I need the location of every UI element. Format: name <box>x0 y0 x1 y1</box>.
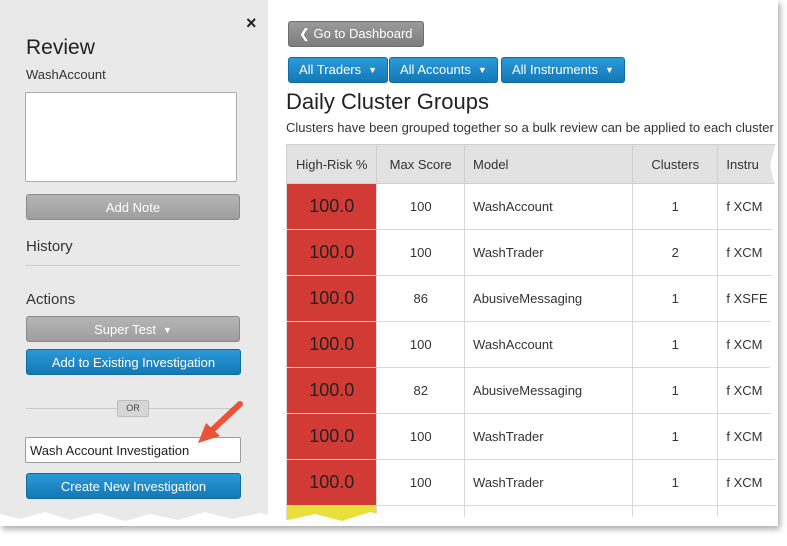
model-cell: WashTrader <box>464 413 634 460</box>
risk-cell: 100.0 <box>285 321 378 368</box>
column-header-clusters[interactable]: Clusters <box>632 144 719 184</box>
add-to-existing-investigation-button[interactable]: Add to Existing Investigation <box>26 349 241 375</box>
history-heading: History <box>26 238 73 255</box>
create-new-investigation-button[interactable]: Create New Investigation <box>26 473 241 499</box>
clusters-cell: 1 <box>632 413 719 460</box>
caret-down-icon: ▼ <box>477 65 487 75</box>
note-textarea[interactable] <box>25 92 237 182</box>
accounts-filter-label: All Accounts <box>400 62 471 77</box>
max-score-cell: 100 <box>376 183 466 230</box>
column-header-max-score[interactable]: Max Score <box>376 144 466 184</box>
instrument-cell: f XCM <box>717 367 778 414</box>
close-icon[interactable]: × <box>246 14 257 32</box>
risk-cell <box>285 505 378 526</box>
max-score-cell: 100 <box>376 459 466 506</box>
review-model-name: WashAccount <box>26 67 106 82</box>
risk-cell: 100.0 <box>285 459 378 506</box>
instruments-filter-dropdown[interactable]: All Instruments ▼ <box>501 57 625 83</box>
column-header-instrument[interactable]: Instru <box>717 144 778 184</box>
history-divider <box>26 265 240 266</box>
model-cell: WashTrader <box>464 459 634 506</box>
table-header-row: High-Risk % Max Score Model Clusters Ins… <box>285 144 778 184</box>
page-title: Daily Cluster Groups <box>286 89 489 114</box>
column-header-model[interactable]: Model <box>464 144 634 184</box>
risk-cell: 100.0 <box>285 367 378 414</box>
chevron-left-icon: ❮ <box>299 26 310 41</box>
caret-down-icon: ▼ <box>163 325 172 335</box>
action-dropdown-label: Super Test <box>94 322 156 337</box>
instrument-cell: f XCM <box>717 321 778 368</box>
cluster-groups-table: High-Risk % Max Score Model Clusters Ins… <box>285 144 778 526</box>
clusters-cell: 1 <box>632 183 719 230</box>
instrument-cell: f XCM <box>717 459 778 506</box>
accounts-filter-dropdown[interactable]: All Accounts ▼ <box>389 57 498 83</box>
table-row[interactable]: 100.0 100 WashAccount 1 f XCM <box>285 321 778 368</box>
model-cell: WashTrader <box>464 229 634 276</box>
risk-cell: 100.0 <box>285 229 378 276</box>
model-cell: AbusiveMessaging <box>464 275 634 322</box>
table-row[interactable]: 100.0 100 WashTrader 1 f XCM <box>285 413 778 460</box>
page-description: Clusters have been grouped together so a… <box>286 120 774 135</box>
clusters-cell: 1 <box>632 275 719 322</box>
instrument-cell: f XCM <box>717 183 778 230</box>
max-score-cell: 100 <box>376 413 466 460</box>
caret-down-icon: ▼ <box>604 65 614 75</box>
max-score-cell: 100 <box>376 321 466 368</box>
clusters-cell: 2 <box>632 229 719 276</box>
app-window: × Review WashAccount Add Note History Ac… <box>0 0 778 526</box>
table-body: 100.0 100 WashAccount 1 f XCM 100.0 100 WashTra… <box>285 183 778 526</box>
risk-cell: 100.0 <box>285 275 378 322</box>
model-cell: WashAccount <box>464 183 634 230</box>
table-cell <box>464 505 634 526</box>
clusters-cell: 1 <box>632 459 719 506</box>
traders-filter-dropdown[interactable]: All Traders ▼ <box>288 57 389 83</box>
risk-cell: 100.0 <box>285 183 378 230</box>
caret-down-icon: ▼ <box>368 65 378 75</box>
table-cell <box>376 505 466 526</box>
max-score-cell: 82 <box>376 367 466 414</box>
risk-cell: 100.0 <box>285 413 378 460</box>
table-row[interactable]: 100.0 100 WashTrader 2 f XCM <box>285 229 778 276</box>
table-row[interactable]: 100.0 100 WashAccount 1 f XCM <box>285 183 778 230</box>
table-row[interactable]: 100.0 100 WashTrader 1 f XCM <box>285 459 778 506</box>
actions-heading: Actions <box>26 291 76 308</box>
table-row-partial <box>285 505 778 526</box>
go-to-dashboard-label: Go to Dashboard <box>313 26 413 41</box>
table-row[interactable]: 100.0 86 AbusiveMessaging 1 f XSFE <box>285 275 778 322</box>
instrument-cell: f XSFE <box>717 275 778 322</box>
model-cell: WashAccount <box>464 321 634 368</box>
clusters-cell: 1 <box>632 367 719 414</box>
max-score-cell: 86 <box>376 275 466 322</box>
instruments-filter-label: All Instruments <box>512 62 598 77</box>
instrument-cell: f XCM <box>717 413 778 460</box>
instrument-cell: f XCM <box>717 229 778 276</box>
table-cell <box>632 505 719 526</box>
traders-filter-label: All Traders <box>299 62 362 77</box>
review-panel: × Review WashAccount Add Note History Ac… <box>0 0 268 526</box>
table-row[interactable]: 100.0 82 AbusiveMessaging 1 f XCM <box>285 367 778 414</box>
clusters-cell: 1 <box>632 321 719 368</box>
main-content: ❮ Go to Dashboard All Traders ▼ All Accou… <box>268 0 778 526</box>
review-title: Review <box>26 36 95 59</box>
go-to-dashboard-button[interactable]: ❮ Go to Dashboard <box>288 21 424 47</box>
or-badge: OR <box>117 400 149 417</box>
column-header-high-risk[interactable]: High-Risk % <box>285 144 378 184</box>
annotation-arrow-icon <box>198 401 243 443</box>
model-cell: AbusiveMessaging <box>464 367 634 414</box>
add-note-button[interactable]: Add Note <box>26 194 240 220</box>
table-cell <box>717 505 778 526</box>
action-dropdown-button[interactable]: Super Test ▼ <box>26 316 240 342</box>
max-score-cell: 100 <box>376 229 466 276</box>
